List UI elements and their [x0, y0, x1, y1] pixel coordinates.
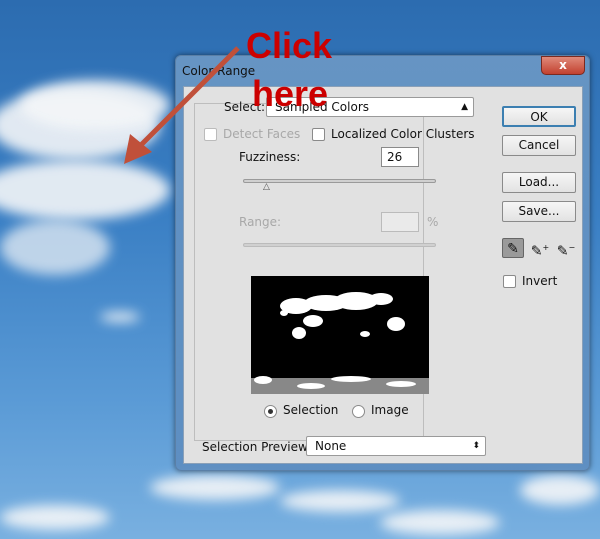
annotation-line1: Click — [246, 25, 333, 66]
annotation-line2: here — [252, 73, 329, 114]
annotation-click-text: Click here — [246, 26, 332, 114]
